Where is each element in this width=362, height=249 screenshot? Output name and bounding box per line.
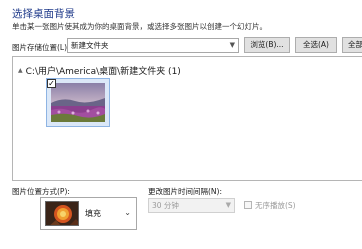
page-title: 选择桌面背景 [12,8,75,20]
change-interval-value: 30 分钟 [152,201,179,210]
desktop-background-page: 选择桌面背景 单击某一张图片使其成为你的桌面背景，或选择多张图片以创建一个幻灯片… [0,0,362,249]
picture-location-label: 图片存储位置(L): [12,43,70,52]
thumbnail-checkbox[interactable]: ✓ [47,79,56,88]
folder-path: C:\用户\America\桌面\新建文件夹 (1) [25,67,181,77]
picture-position-value: 填充 [85,209,101,218]
shuffle-checkbox[interactable]: 无序播放(S) [244,200,296,211]
chevron-down-icon: ▼ [225,201,231,209]
page-subtitle: 单击某一张图片使其成为你的桌面背景，或选择多张图片以创建一个幻灯片。 [12,22,267,31]
picture-thumbnail-item[interactable]: ✓ [46,78,110,127]
chevron-down-icon: ▼ [229,41,235,49]
shuffle-label: 无序播放(S) [255,201,296,210]
browse-button[interactable]: 浏览(B)... [244,37,290,53]
landscape-thumbnail-image [51,83,105,122]
folder-group-header[interactable]: ▲ C:\用户\America\桌面\新建文件夹 (1) [18,64,181,77]
clear-all-button[interactable]: 全部 [342,37,362,53]
fill-preview-image [45,201,79,226]
chevron-down-icon: ⌄ [124,208,131,217]
picture-location-select[interactable]: 新建文件夹 ▼ [67,38,239,53]
picture-position-select[interactable]: 填充 ⌄ [40,197,137,230]
picture-gallery[interactable]: ▲ C:\用户\America\桌面\新建文件夹 (1) ✓ [12,56,362,181]
change-interval-label: 更改图片时间间隔(N): [148,187,222,196]
select-all-button[interactable]: 全选(A) [295,37,337,53]
shuffle-checkbox-box[interactable] [244,201,252,209]
picture-position-label: 图片位置方式(P): [12,187,70,196]
change-interval-select[interactable]: 30 分钟 ▼ [148,198,235,213]
collapse-chevron-icon[interactable]: ▲ [18,67,23,74]
picture-location-value: 新建文件夹 [71,41,109,50]
